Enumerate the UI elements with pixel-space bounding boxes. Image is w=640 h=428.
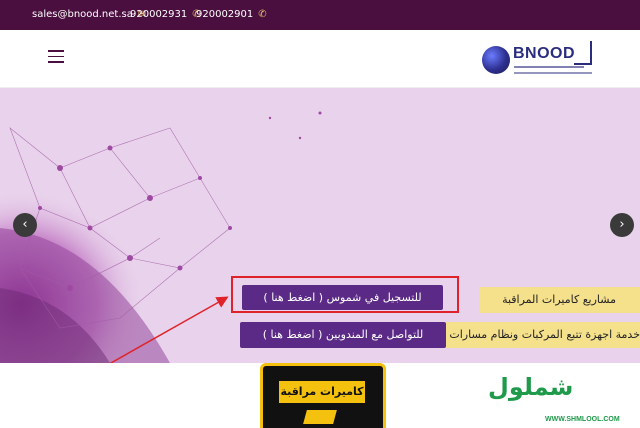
chevron-left-icon: ‹ bbox=[22, 217, 28, 232]
phone-contact-2[interactable]: 920002901 ✆ bbox=[196, 9, 267, 21]
chevron-right-icon: › bbox=[619, 217, 625, 232]
watermark-logo: شملول bbox=[488, 373, 574, 401]
cameras-card[interactable]: كاميرات مراقبة bbox=[260, 363, 386, 428]
top-contact-bar: sales@bnood.net.sa ✉ 920002931 ✆ 9200029… bbox=[0, 0, 640, 30]
phone-icon: ✆ bbox=[258, 9, 267, 20]
phone-contact-1[interactable]: 920002931 ✆ bbox=[130, 9, 201, 21]
projects-banner-text: مشاريع كاميرات المراقبة bbox=[502, 293, 616, 306]
watermark-url: WWW.SHMLOOL.COM bbox=[545, 416, 620, 423]
slider-next-button[interactable]: › bbox=[610, 213, 634, 237]
email-text[interactable]: sales@bnood.net.sa bbox=[32, 9, 133, 21]
services-section: كاميرات مراقبة شملول WWW.SHMLOOL.COM bbox=[0, 363, 640, 428]
phone-text-1[interactable]: 920002931 bbox=[130, 9, 187, 21]
site-header: BNOOD bbox=[0, 30, 640, 88]
globe-icon bbox=[482, 46, 510, 74]
logo-tagline-graphic bbox=[514, 66, 584, 68]
contact-reps-button[interactable]: للتواصل مع المندوبين ( اضغط هنا ) bbox=[240, 322, 446, 348]
camera-icon bbox=[303, 410, 337, 424]
phone-text-2[interactable]: 920002901 bbox=[196, 9, 253, 21]
logo-text: BNOOD bbox=[513, 45, 576, 62]
contact-button-label: للتواصل مع المندوبين ( اضغط هنا ) bbox=[262, 328, 424, 341]
cameras-card-label: كاميرات مراقبة bbox=[279, 381, 365, 403]
logo-mark bbox=[574, 41, 592, 65]
site-logo[interactable]: BNOOD bbox=[482, 40, 594, 80]
menu-icon[interactable] bbox=[48, 50, 64, 63]
logo-subtitle-graphic bbox=[514, 72, 592, 74]
projects-banner: مشاريع كاميرات المراقبة bbox=[480, 287, 640, 313]
tracking-banner: خدمة اجهزة تتبع المركبات ونظام مسارات bbox=[446, 322, 640, 348]
highlight-box bbox=[231, 276, 459, 313]
tracking-banner-text: خدمة اجهزة تتبع المركبات ونظام مسارات bbox=[449, 328, 640, 341]
slider-prev-button[interactable]: ‹ bbox=[13, 213, 37, 237]
